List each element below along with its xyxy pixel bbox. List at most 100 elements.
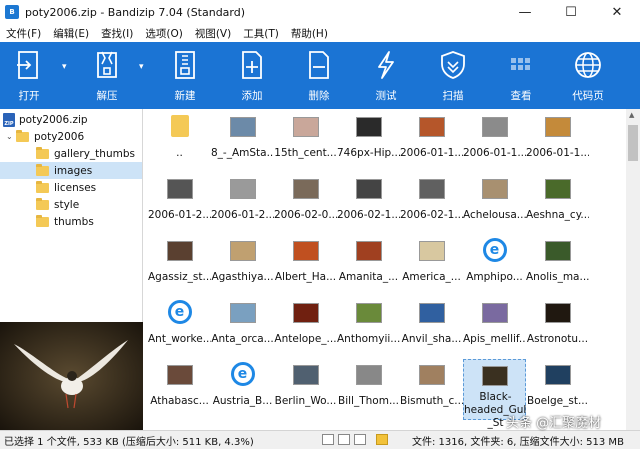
file-item-label: 2006-01-2... xyxy=(148,209,211,221)
thumbnail-view-icon[interactable] xyxy=(354,434,366,445)
file-item[interactable]: Anolis_ma... xyxy=(526,235,589,296)
tree-item-thumbs[interactable]: thumbs xyxy=(36,213,94,230)
view-grid-icon xyxy=(511,58,530,70)
file-item-label: Achelousa... xyxy=(463,209,526,221)
menu-options[interactable]: 选项(O) xyxy=(139,26,188,41)
file-item[interactable]: 2006-02-1... xyxy=(337,173,400,234)
delete-button[interactable]: 删除 xyxy=(298,42,340,109)
file-item-label: Bill_Thom... xyxy=(338,395,399,407)
file-item[interactable]: Bismuth_c... xyxy=(400,359,463,420)
file-item[interactable]: Astronotu... xyxy=(526,297,589,358)
minimize-button[interactable]: — xyxy=(502,0,548,24)
test-button[interactable]: 测试 xyxy=(365,42,407,109)
image-thumbnail xyxy=(355,303,382,323)
file-item[interactable]: 8_-_AmSta... xyxy=(211,111,274,172)
file-item[interactable]: Amanita_... xyxy=(337,235,400,296)
tree-item-label: thumbs xyxy=(54,215,94,228)
file-item-label: Agassiz_st... xyxy=(148,271,211,283)
file-item[interactable]: Agasthiya... xyxy=(211,235,274,296)
file-item[interactable]: Anthomyii... xyxy=(337,297,400,358)
image-thumbnail xyxy=(292,241,319,261)
menu-help[interactable]: 帮助(H) xyxy=(285,26,334,41)
file-item[interactable]: 2006-01-1... xyxy=(526,111,589,172)
file-item[interactable]: Aeshna_cy... xyxy=(526,173,589,234)
file-item-label: 15th_cent... xyxy=(274,147,337,159)
file-item-label: Anta_orca... xyxy=(211,333,274,345)
file-item[interactable]: 746px-Hip... xyxy=(337,111,400,172)
file-item[interactable]: e Austria_B... xyxy=(211,359,274,420)
view-button[interactable]: 查看 xyxy=(500,42,542,109)
new-archive-button[interactable]: 新建 xyxy=(164,42,206,109)
vertical-scrollbar[interactable]: ▲ xyxy=(626,109,640,430)
archive-info-icon[interactable] xyxy=(376,434,388,445)
extract-dropdown-icon[interactable]: ▾ xyxy=(139,62,144,72)
file-item[interactable]: 2006-01-1... xyxy=(463,111,526,172)
tree-item-style[interactable]: style xyxy=(36,196,79,213)
file-item[interactable]: Athabasc... xyxy=(148,359,211,420)
folder-tree: ZIP poty2006.zip ⌄ poty2006 gallery_thum… xyxy=(0,109,143,322)
tree-item-licenses[interactable]: licenses xyxy=(36,179,96,196)
file-item[interactable]: 2006-02-1... xyxy=(400,173,463,234)
file-item[interactable]: Antelope_... xyxy=(274,297,337,358)
file-item-label: 746px-Hip... xyxy=(337,147,400,159)
file-item[interactable]: e Amphipo... xyxy=(463,235,526,296)
tree-root-label: poty2006.zip xyxy=(19,113,88,126)
title-bar: B poty2006.zip - Bandizip 7.04 (Standard… xyxy=(0,0,640,24)
file-item[interactable]: Albert_Ha... xyxy=(274,235,337,296)
menu-tools[interactable]: 工具(T) xyxy=(237,26,285,41)
tree-folder-poty2006[interactable]: ⌄ poty2006 xyxy=(6,128,84,145)
file-item[interactable]: 2006-01-2... xyxy=(211,173,274,234)
view-mode-icons xyxy=(322,434,388,445)
list-view-icon[interactable] xyxy=(338,434,350,445)
file-item[interactable]: 2006-01-1... xyxy=(400,111,463,172)
tree-item-images[interactable]: images xyxy=(0,162,142,179)
scroll-up-icon[interactable]: ▲ xyxy=(629,111,634,119)
maximize-button[interactable]: ☐ xyxy=(548,0,594,24)
codepage-button[interactable]: 代码页 xyxy=(566,42,610,109)
file-item[interactable]: Bill_Thom... xyxy=(337,359,400,420)
delete-file-icon xyxy=(309,51,329,79)
file-item[interactable]: 15th_cent... xyxy=(274,111,337,172)
file-item[interactable]: e Ant_worke... xyxy=(148,297,211,358)
menu-file[interactable]: 文件(F) xyxy=(0,26,47,41)
scrollbar-thumb[interactable] xyxy=(628,125,638,161)
close-button[interactable]: ✕ xyxy=(594,0,640,24)
menu-edit[interactable]: 编辑(E) xyxy=(47,26,95,41)
details-view-icon[interactable] xyxy=(322,434,334,445)
file-item-label: Berlin_Wo... xyxy=(274,395,337,407)
file-item[interactable]: Anta_orca... xyxy=(211,297,274,358)
scan-button[interactable]: 扫描 xyxy=(432,42,474,109)
open-dropdown-icon[interactable]: ▾ xyxy=(62,62,67,72)
tree-item-label: gallery_thumbs xyxy=(54,147,135,160)
file-item[interactable]: Apis_mellif... xyxy=(463,297,526,358)
menu-view[interactable]: 视图(V) xyxy=(189,26,237,41)
folder-icon xyxy=(36,197,49,210)
image-thumbnail xyxy=(355,241,382,261)
folder-icon xyxy=(36,180,49,193)
extract-button[interactable]: 解压 xyxy=(86,42,128,109)
file-item[interactable]: Agassiz_st... xyxy=(148,235,211,296)
tree-item-gallery-thumbs[interactable]: gallery_thumbs xyxy=(36,145,142,162)
menu-find[interactable]: 查找(I) xyxy=(95,26,139,41)
file-item[interactable]: Achelousa... xyxy=(463,173,526,234)
image-thumbnail xyxy=(544,241,571,261)
image-thumbnail xyxy=(292,179,319,199)
file-item[interactable]: 2006-01-2... xyxy=(148,173,211,234)
image-thumbnail xyxy=(292,365,319,385)
file-item[interactable]: America_... xyxy=(400,235,463,296)
file-item[interactable]: Berlin_Wo... xyxy=(274,359,337,420)
file-item[interactable]: Black-headed_Gull_-_St xyxy=(463,359,527,429)
file-item[interactable]: .. xyxy=(148,111,211,172)
file-item-label: America_... xyxy=(402,271,461,283)
chevron-down-icon[interactable]: ⌄ xyxy=(6,132,16,141)
file-item[interactable]: Anvil_sha... xyxy=(400,297,463,358)
file-item-label: Ant_worke... xyxy=(148,333,211,345)
file-item-label: 2006-01-1... xyxy=(463,147,526,159)
file-item[interactable]: 2006-02-0... xyxy=(274,173,337,234)
tree-root[interactable]: ZIP poty2006.zip xyxy=(3,111,88,128)
add-button[interactable]: 添加 xyxy=(231,42,273,109)
open-button[interactable]: 打开 xyxy=(8,42,50,109)
file-item[interactable]: Boelge_st... xyxy=(526,359,589,420)
tree-item-label: style xyxy=(54,198,80,211)
file-item-label: Agasthiya... xyxy=(211,271,274,283)
